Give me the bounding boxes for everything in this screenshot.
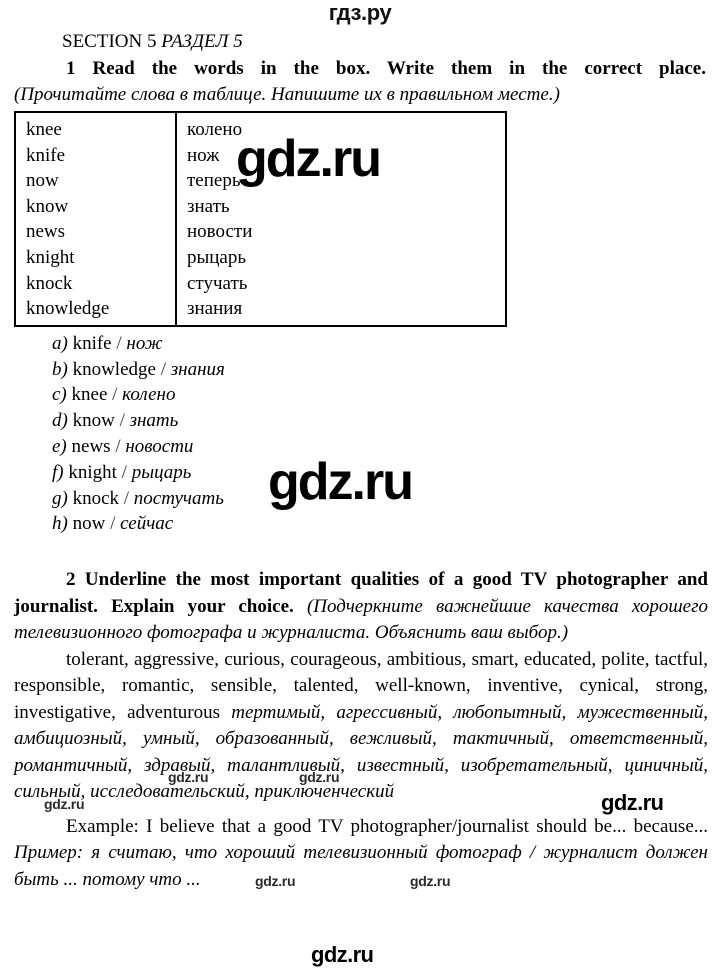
answer-en: know <box>72 410 115 432</box>
table-cell-en: knife <box>16 142 177 169</box>
table-cell-en: knowledge <box>16 296 177 325</box>
table-row: knife нож <box>16 142 505 169</box>
answer-separator: / <box>110 513 116 535</box>
table-cell-en: news <box>16 219 177 245</box>
exercise-1-instruction: 1 Read the words in the box. Write them … <box>14 56 706 82</box>
answer-ru: новости <box>125 435 194 457</box>
table-cell-en: knock <box>16 270 177 297</box>
answer-en: now <box>72 513 106 535</box>
table-cell-en: know <box>16 193 177 220</box>
table-cell-ru: стучать <box>187 272 248 294</box>
answer-ru: колено <box>122 384 176 406</box>
table-cell-en: knee <box>16 113 177 143</box>
table-row: knock стучать <box>16 270 505 297</box>
list-item: g) knock / постучать <box>0 486 720 512</box>
answer-separator: / <box>160 358 166 380</box>
answer-en: news <box>71 435 111 457</box>
exercise-1-instruction-en: Read the words in the box. Write them in… <box>92 58 706 79</box>
exercise-2-qualities: tolerant, aggressive, curious, courageou… <box>14 647 708 806</box>
answer-label: f) <box>52 461 64 483</box>
answer-separator: / <box>123 487 130 509</box>
word-table-body: knee колено knife нож now теперь know зн… <box>16 113 505 325</box>
table-row: now теперь <box>16 168 505 194</box>
answer-separator: / <box>116 332 122 354</box>
answer-label: b) <box>52 358 68 380</box>
table-row: knight рыцарь <box>16 244 505 271</box>
table-row: knee колено <box>16 113 505 143</box>
answer-en: knife <box>72 332 112 354</box>
list-item: e) news / новости <box>0 434 720 460</box>
answer-separator: / <box>115 435 121 457</box>
document-page: SECTION 5 РАЗДЕЛ 5 1 Read the words in t… <box>0 30 720 893</box>
table-cell-en: knight <box>16 244 177 271</box>
answer-ru: рыцарь <box>131 461 192 483</box>
answer-label: c) <box>52 384 67 406</box>
table-cell-ru: рыцарь <box>187 246 247 268</box>
table-cell-ru: знать <box>187 195 230 217</box>
answer-label: e) <box>52 435 67 457</box>
list-item: b) knowledge / знания <box>0 357 720 383</box>
answer-label: h) <box>52 513 68 535</box>
section-label-en: SECTION 5 <box>62 31 157 52</box>
table-cell-ru: нож <box>187 144 220 166</box>
exercise-1-answer-list: a) knife / нож b) knowledge / знания c) … <box>0 331 720 537</box>
answer-label: d) <box>52 410 68 432</box>
site-logo: гдз.ру <box>328 0 392 25</box>
answer-label: g) <box>52 487 68 509</box>
table-row: news новости <box>16 219 505 245</box>
answer-separator: / <box>112 384 118 406</box>
exercise-2-number: 2 <box>66 569 76 591</box>
word-table: knee колено knife нож now теперь know зн… <box>14 111 507 327</box>
exercise-2-example: Example: I believe that a good TV photog… <box>14 814 708 894</box>
exercise-2-instruction: 2 Underline the most important qualities… <box>14 567 708 647</box>
answer-label: a) <box>52 332 68 354</box>
section-label-ru: РАЗДЕЛ 5 <box>161 31 243 52</box>
answer-ru: постучать <box>133 487 224 509</box>
answer-separator: / <box>119 410 125 432</box>
list-item: a) knife / нож <box>0 331 720 357</box>
example-ru: Пример: я считаю, что хороший телевизион… <box>14 842 708 890</box>
table-row: knowledge знания <box>16 296 505 325</box>
exercise-1-number: 1 <box>66 58 76 79</box>
table-cell-ru: теперь <box>187 170 241 192</box>
example-en: Example: I believe that a good TV photog… <box>66 815 708 837</box>
answer-ru: знания <box>170 358 225 380</box>
list-item: d) know / знать <box>0 408 720 434</box>
list-item: c) knee / колено <box>0 382 720 408</box>
table-cell-en: now <box>16 168 177 194</box>
answer-ru: знать <box>129 410 179 432</box>
list-item: f) knight / рыцарь <box>0 460 720 486</box>
answer-en: knee <box>71 384 108 406</box>
table-cell-ru: знания <box>187 298 243 320</box>
answer-separator: / <box>121 461 127 483</box>
word-table-grid: knee колено knife нож now теперь know зн… <box>16 113 505 325</box>
exercise-1-instruction-ru: (Прочитайте слова в таблице. Напишите их… <box>14 84 560 105</box>
list-item: h) now / сейчас <box>0 511 720 537</box>
answer-en: knock <box>72 487 120 509</box>
section-heading: SECTION 5 РАЗДЕЛ 5 <box>62 30 720 54</box>
table-cell-ru: колено <box>187 119 243 140</box>
table-cell-ru: новости <box>187 221 253 243</box>
answer-en: knight <box>68 461 117 483</box>
answer-en: knowledge <box>72 358 156 380</box>
watermark-brand: gdz.ru <box>311 942 374 967</box>
answer-ru: сейчас <box>120 513 174 535</box>
answer-ru: нож <box>126 332 163 354</box>
table-row: know знать <box>16 193 505 220</box>
